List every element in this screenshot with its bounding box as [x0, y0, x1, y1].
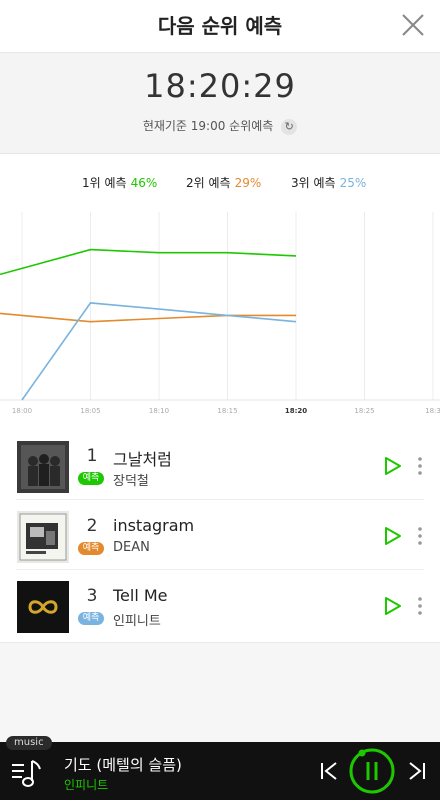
artist-name[interactable]: DEAN — [113, 540, 150, 555]
prediction-basis: 현재기준 19:00 순위예측 ↻ — [0, 117, 440, 135]
divider — [16, 499, 424, 500]
artist-name[interactable]: 인피니트 — [113, 610, 161, 629]
x-tick-label: 18:00 — [12, 407, 32, 415]
song-title[interactable]: instagram — [113, 516, 194, 535]
artist-name[interactable]: 장덕철 — [113, 470, 149, 489]
playlist-menu-icon[interactable] — [10, 757, 44, 789]
predict-badge: 예측 — [78, 612, 104, 625]
next-icon[interactable] — [406, 760, 428, 782]
x-tick-label: 18:3 — [425, 407, 440, 415]
x-tick-label: 18:10 — [149, 407, 169, 415]
divider — [16, 569, 424, 570]
song-list: 1 예측 그날처럼 장덕철 2 예측 instagram DEAN 3 예측 T… — [0, 432, 440, 642]
predict-badge: 예측 — [78, 542, 104, 555]
pause-icon[interactable] — [348, 747, 396, 795]
prediction-basis-text: 현재기준 19:00 순위예측 — [142, 119, 274, 133]
more-options-icon[interactable] — [416, 596, 424, 616]
more-options-icon[interactable] — [416, 456, 424, 476]
x-tick-label: 18:25 — [354, 407, 374, 415]
list-footer-area — [0, 642, 440, 743]
predict-badge: 예측 — [78, 472, 104, 485]
play-icon[interactable] — [384, 456, 402, 476]
play-icon[interactable] — [384, 596, 402, 616]
line-chart: 18:00 18:05 18:10 18:15 18:20 18:25 18:3 — [0, 212, 440, 415]
previous-icon[interactable] — [318, 760, 340, 782]
rank-number: 2 — [86, 516, 98, 536]
more-options-icon[interactable] — [416, 526, 424, 546]
time-panel: 18:20:29 현재기준 19:00 순위예측 ↻ — [0, 53, 440, 154]
album-cover — [17, 511, 69, 563]
music-tag: music — [6, 736, 52, 750]
prediction-chart: 1위 예측 46% 2위 예측 29% 3위 예측 25% 18:00 18:05 18:… — [0, 154, 440, 422]
rank-number: 1 — [86, 446, 98, 466]
x-tick-label: 18:20 — [285, 407, 307, 415]
series-line — [0, 248, 297, 276]
play-icon[interactable] — [384, 526, 402, 546]
x-tick-label: 18:05 — [80, 407, 100, 415]
header: 다음 순위 예측 — [0, 0, 440, 53]
page-title: 다음 순위 예측 — [157, 14, 283, 38]
now-playing-title[interactable]: 기도 (메텔의 슬픔) — [64, 754, 182, 775]
mini-player[interactable]: 기도 (메텔의 슬픔) 인피니트 — [0, 742, 440, 800]
album-cover — [17, 441, 69, 493]
current-time: 18:20:29 — [144, 67, 296, 105]
rank-number: 3 — [86, 586, 98, 606]
now-playing-artist[interactable]: 인피니트 — [64, 776, 108, 793]
list-item[interactable]: 2 예측 instagram DEAN — [0, 502, 440, 570]
list-item[interactable]: 3 예측 Tell Me 인피니트 — [0, 572, 440, 640]
x-tick-label: 18:15 — [217, 407, 237, 415]
list-item[interactable]: 1 예측 그날처럼 장덕철 — [0, 432, 440, 500]
song-title[interactable]: 그날처럼 — [113, 446, 172, 470]
refresh-icon[interactable]: ↻ — [281, 118, 298, 135]
close-icon[interactable] — [400, 12, 426, 38]
song-title[interactable]: Tell Me — [113, 586, 168, 605]
album-cover — [17, 581, 69, 633]
